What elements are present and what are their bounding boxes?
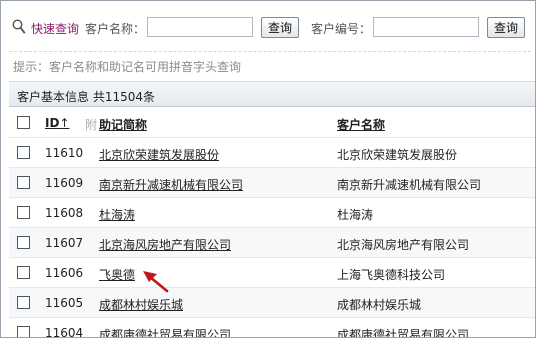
- table-row[interactable]: 11604 成都康德社贸易有限公司 成都康德社贸易有限公司: [9, 318, 535, 338]
- table-row[interactable]: 11610 北京欣荣建筑发展股份 北京欣荣建筑发展股份: [9, 138, 535, 168]
- customer-name-input[interactable]: [147, 17, 253, 37]
- row-customer-name: 南京新升减速机械有限公司: [337, 178, 482, 192]
- row-mnemonic-link[interactable]: 南京新升减速机械有限公司: [99, 176, 243, 193]
- row-id: 11606: [45, 266, 84, 280]
- row-checkbox[interactable]: [17, 296, 30, 309]
- quick-search-label: 快速查询: [31, 22, 80, 36]
- row-id: 11609: [45, 176, 84, 190]
- row-mnemonic-link[interactable]: 杜海涛: [99, 206, 135, 223]
- row-customer-name: 成都康德社贸易有限公司: [337, 328, 470, 338]
- customer-table: ID↑ 附 助记简称 客户名称 11610 北京欣荣建筑发展股份 北京欣荣建筑发…: [9, 108, 535, 338]
- customer-name-label: 客户名称：: [85, 22, 146, 36]
- id-header-label: ID: [45, 116, 60, 130]
- row-mnemonic-link[interactable]: 北京海风房地产有限公司: [99, 236, 231, 253]
- row-checkbox[interactable]: [17, 176, 30, 189]
- attachment-column-header: 附: [85, 118, 98, 132]
- row-checkbox[interactable]: [17, 236, 30, 249]
- row-id: 11610: [45, 146, 84, 160]
- table-info-bar: 客户基本信息 共11504条: [9, 81, 535, 107]
- customer-list-panel: 快速查询 客户名称： 查询 客户编号： 查询 提示：客户名称和助记名可用拼音字头…: [0, 0, 536, 338]
- table-row[interactable]: 11608 杜海涛 杜海涛: [9, 198, 535, 228]
- sort-ascending-icon: ↑: [59, 116, 70, 130]
- search-icon: [12, 19, 26, 34]
- row-customer-name: 成都林村娱乐城: [337, 298, 422, 312]
- row-customer-name: 北京欣荣建筑发展股份: [337, 148, 458, 162]
- query-by-code-button[interactable]: 查询: [487, 17, 525, 38]
- row-id: 11608: [45, 206, 84, 220]
- pointer-arrow-icon: [143, 271, 169, 293]
- table-row[interactable]: 11607 北京海风房地产有限公司 北京海风房地产有限公司: [9, 228, 535, 258]
- table-row[interactable]: 11609 南京新升减速机械有限公司 南京新升减速机械有限公司: [9, 168, 535, 198]
- row-customer-name: 上海飞奥德科技公司: [337, 268, 446, 282]
- quick-search-bar: 快速查询 客户名称： 查询 客户编号： 查询: [1, 11, 535, 43]
- row-checkbox[interactable]: [17, 326, 30, 337]
- select-all-checkbox[interactable]: [17, 116, 30, 129]
- row-checkbox[interactable]: [17, 146, 30, 159]
- row-checkbox[interactable]: [17, 206, 30, 219]
- row-id: 11605: [45, 296, 84, 310]
- table-row[interactable]: 11606 飞奥德 上海飞奥德科技公司: [9, 258, 535, 288]
- row-mnemonic-link[interactable]: 成都林村娱乐城: [99, 296, 183, 313]
- row-customer-name: 杜海涛: [337, 208, 374, 222]
- row-mnemonic-link[interactable]: 成都康德社贸易有限公司: [99, 326, 231, 337]
- hint-divider: [9, 51, 531, 52]
- table-row[interactable]: 11605 成都林村娱乐城 成都林村娱乐城: [9, 288, 535, 318]
- row-id: 11607: [45, 236, 84, 250]
- mnemonic-column-header[interactable]: 助记简称: [99, 116, 147, 133]
- row-mnemonic-link[interactable]: 北京欣荣建筑发展股份: [99, 146, 219, 163]
- id-column-header[interactable]: ID↑: [45, 116, 70, 130]
- row-checkbox[interactable]: [17, 266, 30, 279]
- table-header-row: ID↑ 附 助记简称 客户名称: [9, 108, 535, 138]
- search-hint: 提示：客户名称和助记名可用拼音字头查询: [13, 60, 242, 74]
- row-customer-name: 北京海风房地产有限公司: [337, 238, 470, 252]
- customer-name-column-header[interactable]: 客户名称: [337, 116, 385, 133]
- query-by-name-button[interactable]: 查询: [261, 17, 299, 38]
- row-mnemonic-link[interactable]: 飞奥德: [99, 266, 135, 283]
- record-count-text: 客户基本信息 共11504条: [17, 90, 155, 104]
- row-id: 11604: [45, 326, 84, 338]
- customer-code-label: 客户编号：: [311, 22, 372, 36]
- customer-code-input[interactable]: [373, 17, 479, 37]
